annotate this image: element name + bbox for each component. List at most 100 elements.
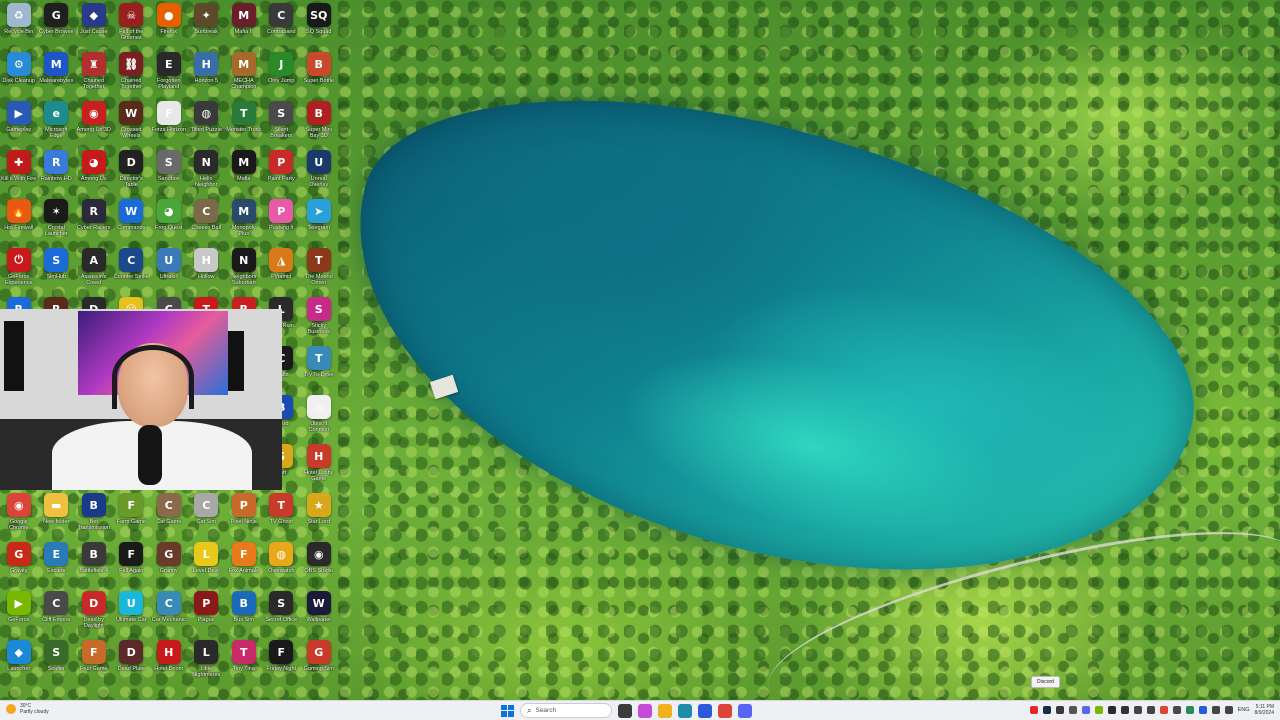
- desktop-shortcut[interactable]: ✚ Kill it With Fire: [0, 147, 38, 196]
- desktop-shortcut[interactable]: G Gaming Sim: [300, 637, 338, 686]
- desktop-shortcut[interactable]: B Bus Sim: [225, 588, 263, 637]
- desktop-shortcut[interactable]: E Escape: [38, 539, 76, 588]
- app-tray-icon[interactable]: [1055, 706, 1064, 714]
- desktop-shortcut[interactable]: ♻ Recycle Bin: [0, 0, 38, 49]
- desktop-shortcut[interactable]: C Counter Strike: [113, 245, 151, 294]
- wifi-icon[interactable]: [1133, 706, 1142, 714]
- desktop-shortcut[interactable]: ★ Star Lord: [300, 490, 338, 539]
- desktop-shortcut[interactable]: C Cliff Empire: [38, 588, 76, 637]
- desktop-shortcut[interactable]: B Battlefield 4: [75, 539, 113, 588]
- desktop-shortcut[interactable]: ◉ Google Chrome: [0, 490, 38, 539]
- desktop-shortcut[interactable]: ● Firefox: [150, 0, 188, 49]
- desktop-shortcut[interactable]: ◍ Overwatch: [263, 539, 301, 588]
- desktop-shortcut[interactable]: S Sticky Business: [300, 294, 338, 343]
- desktop-shortcut[interactable]: M Monopoly Plus: [225, 196, 263, 245]
- start-button[interactable]: [500, 704, 514, 718]
- desktop-shortcut[interactable]: R Rainbow HD: [38, 147, 76, 196]
- desktop-shortcut[interactable]: C Cheese Ball: [188, 196, 226, 245]
- desktop-shortcut[interactable]: ⏻ GeForce Experience: [0, 245, 38, 294]
- steam-tray-icon[interactable]: [1042, 706, 1051, 714]
- desktop-shortcut[interactable]: M Mafia II: [225, 0, 263, 49]
- desktop-shortcut[interactable]: 🔥 Hot Firewall: [0, 196, 38, 245]
- desktop-shortcut[interactable]: F Fruit Game: [75, 637, 113, 686]
- file-explorer-icon[interactable]: [618, 703, 632, 718]
- desktop-shortcut[interactable]: ◉ Among Us 3D: [75, 98, 113, 147]
- clock[interactable]: 5:11 PM 8/9/2024: [1255, 704, 1274, 716]
- taskbar-search-box[interactable]: ⌕ Search: [520, 703, 612, 718]
- desktop-shortcut[interactable]: T TV Ghost: [263, 490, 301, 539]
- desktop-shortcut[interactable]: ☠ Fall of the Gnomes: [113, 0, 151, 49]
- desktop-shortcut[interactable]: N Hello Neighbor: [188, 147, 226, 196]
- desktop-shortcut[interactable]: H Hotel Doom: [150, 637, 188, 686]
- desktop-shortcut[interactable]: L Level Devil: [188, 539, 226, 588]
- desktop-shortcut[interactable]: SQ SQ Squad: [300, 0, 338, 49]
- weather-widget[interactable]: 30°C Partly cloudy: [6, 703, 49, 715]
- desktop-shortcut[interactable]: H Hotel Lobby Game: [300, 441, 338, 490]
- desktop-shortcut[interactable]: S Soldier: [38, 637, 76, 686]
- desktop-shortcut[interactable]: ➤ Telegram: [300, 196, 338, 245]
- desktop-shortcut[interactable]: S Silent Breakers: [263, 98, 301, 147]
- desktop-shortcut[interactable]: U Unreal Overlay: [300, 147, 338, 196]
- desktop-shortcut[interactable]: ◮ Pyramid: [263, 245, 301, 294]
- desktop-shortcut[interactable]: L Little Nightmares: [188, 637, 226, 686]
- desktop-shortcut[interactable]: P Pushing It: [263, 196, 301, 245]
- desktop-shortcut[interactable]: ◎ Ubisoft Connect: [300, 392, 338, 441]
- desktop-shortcut[interactable]: F Farm Game: [113, 490, 151, 539]
- desktop-shortcut[interactable]: ▶ Gameplay: [0, 98, 38, 147]
- desktop-shortcut[interactable]: ◉ OBS Studio: [300, 539, 338, 588]
- bluetooth-icon[interactable]: [1198, 706, 1207, 714]
- desktop-shortcut[interactable]: F Forza Horizon: [150, 98, 188, 147]
- chrome-icon[interactable]: [718, 703, 732, 718]
- volume-icon[interactable]: [1224, 706, 1233, 714]
- desktop-shortcut[interactable]: P Pixel Ninja: [225, 490, 263, 539]
- desktop-shortcut[interactable]: E Forgotten Playland: [150, 49, 188, 98]
- desktop-shortcut[interactable]: ♜ Chained Together: [75, 49, 113, 98]
- desktop-shortcut[interactable]: F Fall Again: [113, 539, 151, 588]
- desktop-shortcut[interactable]: D Dead Plate: [113, 637, 151, 686]
- desktop-shortcut[interactable]: M Malwarebytes: [38, 49, 76, 98]
- app-tray-icon[interactable]: [1172, 706, 1181, 714]
- desktop-shortcut[interactable]: ◕ Frog Quest: [150, 196, 188, 245]
- desktop-shortcut[interactable]: W Commands: [113, 196, 151, 245]
- folder-icon[interactable]: [658, 703, 672, 718]
- desktop-shortcut[interactable]: ◕ Among Us: [75, 147, 113, 196]
- desktop-shortcut[interactable]: M MECHA Champion: [225, 49, 263, 98]
- desktop-shortcut[interactable]: H Horizon 5: [188, 49, 226, 98]
- desktop-shortcut[interactable]: F Fox Animals: [225, 539, 263, 588]
- language-indicator[interactable]: ENG: [1238, 707, 1250, 713]
- desktop-shortcut[interactable]: G Gravity: [0, 539, 38, 588]
- desktop-shortcut[interactable]: R Cyber Racers: [75, 196, 113, 245]
- desktop-shortcut[interactable]: P Paint Party: [263, 147, 301, 196]
- desktop-shortcut[interactable]: T The Mound Omen: [300, 245, 338, 294]
- desktop-shortcut[interactable]: S SimHub: [38, 245, 76, 294]
- discord-icon[interactable]: [738, 703, 752, 718]
- desktop-shortcut[interactable]: D Director's Table: [113, 147, 151, 196]
- discord-tray-icon[interactable]: [1081, 706, 1090, 714]
- desktop-shortcut[interactable]: W Wallpaper: [300, 588, 338, 637]
- desktop-shortcut[interactable]: U Ultrakill: [150, 245, 188, 294]
- desktop-shortcut[interactable]: ✶ Crystal Launcher: [38, 196, 76, 245]
- desktop-shortcut[interactable]: C Cat Game: [150, 490, 188, 539]
- desktop-shortcut[interactable]: ◆ Launcher: [0, 637, 38, 686]
- desktop-shortcut[interactable]: G Granny: [150, 539, 188, 588]
- desktop-shortcut[interactable]: H Hollow: [188, 245, 226, 294]
- desktop-shortcut[interactable]: D Dead by Daylight: [75, 588, 113, 637]
- desktop-shortcut[interactable]: G Cyber Browse: [38, 0, 76, 49]
- desktop-shortcut[interactable]: ⛓ Chained Together: [113, 49, 151, 98]
- chevron-up-icon[interactable]: [1146, 706, 1155, 714]
- desktop-shortcut[interactable]: N Neighbors Suburban: [225, 245, 263, 294]
- desktop-shortcut[interactable]: ▬ New folder: [38, 490, 76, 539]
- desktop-shortcut[interactable]: A Assassin's Creed: [75, 245, 113, 294]
- desktop-shortcut[interactable]: ⚙ Disk Cleanup: [0, 49, 38, 98]
- edge-icon[interactable]: [678, 703, 692, 718]
- desktop-shortcut[interactable]: T Try To Drive: [300, 343, 338, 392]
- desktop-shortcut[interactable]: B Bet Transmission: [75, 490, 113, 539]
- app-tray-icon[interactable]: [1107, 706, 1116, 714]
- desktop-shortcut[interactable]: P Plague: [188, 588, 226, 637]
- network-icon[interactable]: [1211, 706, 1220, 714]
- desktop-shortcut[interactable]: ◆ Just Cause: [75, 0, 113, 49]
- desktop-shortcut[interactable]: ◍ Tilted Puzzle: [188, 98, 226, 147]
- desktop-shortcut[interactable]: e Microsoft Edge: [38, 98, 76, 147]
- copilot-icon[interactable]: [638, 703, 652, 718]
- desktop-shortcut[interactable]: C Contraband: [263, 0, 301, 49]
